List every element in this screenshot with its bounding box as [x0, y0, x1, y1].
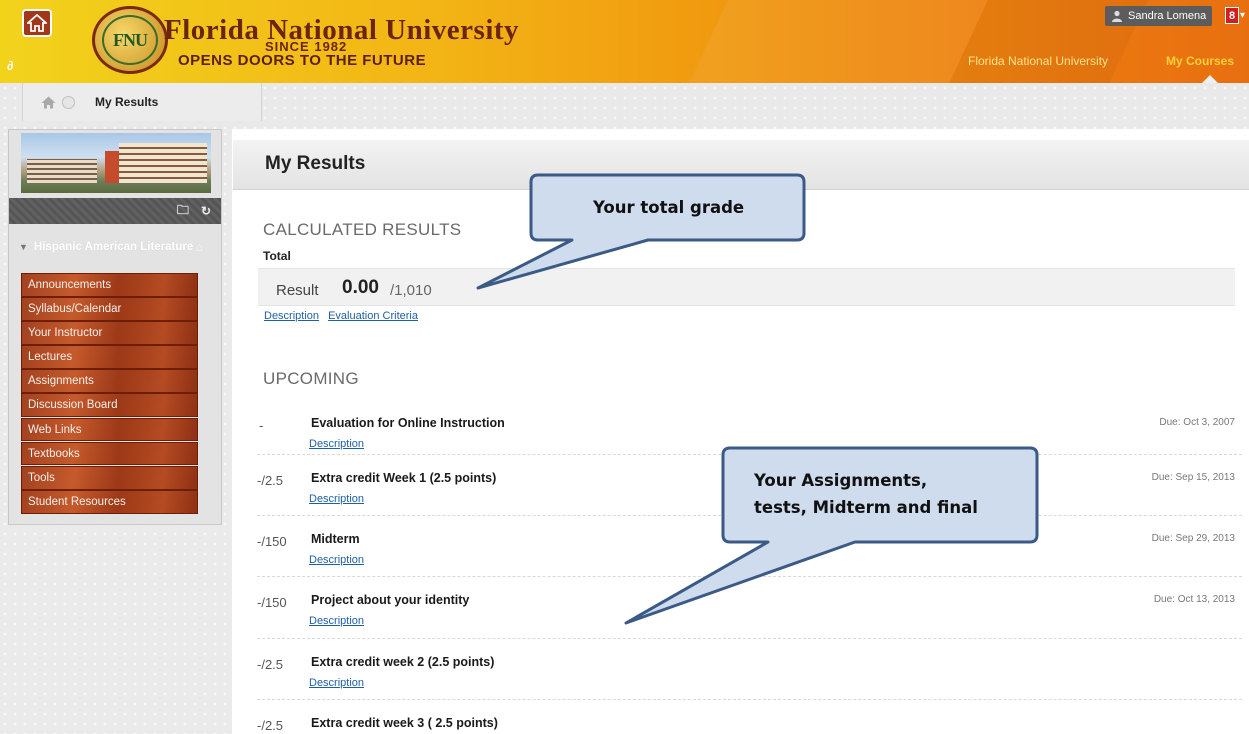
- sidebar-item-your-instructor[interactable]: Your Instructor: [21, 321, 198, 345]
- divider: [257, 699, 1242, 700]
- home-icon[interactable]: [41, 96, 56, 109]
- list-item: - Evaluation for Online Instruction Desc…: [233, 399, 1249, 460]
- assignments-callout-line1: Your Assignments,: [754, 471, 928, 490]
- page-title: My Results: [265, 153, 366, 174]
- description-link[interactable]: Description: [309, 554, 364, 566]
- breadcrumb-menu-icon[interactable]: [62, 95, 75, 109]
- home-button[interactable]: [22, 9, 52, 37]
- result-value: 0.00: [342, 277, 379, 298]
- divider: [257, 576, 1242, 577]
- link-icon[interactable]: ∂: [7, 58, 13, 73]
- list-item: -/2.5 Extra credit Week 1 (2.5 points) D…: [233, 454, 1249, 515]
- course-title[interactable]: ▼ Hispanic American Literature ⌂: [19, 240, 209, 255]
- course-sidebar: 🗀 ↻ ▼ Hispanic American Literature ⌂ Anno…: [8, 129, 222, 525]
- university-tagline: OPENS DOORS TO THE FUTURE: [178, 52, 427, 69]
- list-item: -/2.5 Extra credit week 3 ( 2.5 points): [233, 699, 1249, 734]
- result-links: Description Evaluation Criteria: [264, 310, 424, 322]
- description-link[interactable]: Description: [309, 493, 364, 505]
- list-item: -/150 Midterm Description Due: Sep 29, 2…: [233, 515, 1249, 576]
- divider: [257, 638, 1242, 639]
- divider: [257, 515, 1242, 516]
- sidebar-item-lectures[interactable]: Lectures: [21, 345, 198, 370]
- item-score: -: [259, 418, 264, 433]
- sidebar-item-web-links[interactable]: Web Links: [21, 417, 198, 442]
- item-name[interactable]: Evaluation for Online Instruction: [311, 416, 505, 430]
- item-score: -/2.5: [257, 718, 284, 733]
- sidebar-item-assignments[interactable]: Assignments: [21, 369, 198, 394]
- active-nav-indicator: [1201, 75, 1219, 83]
- list-item: -/150 Project about your identity Descri…: [233, 576, 1249, 637]
- description-link[interactable]: Description: [309, 438, 364, 450]
- sidebar-item-tools[interactable]: Tools: [21, 465, 198, 490]
- description-link[interactable]: Description: [264, 310, 319, 322]
- user-icon: [1112, 10, 1122, 22]
- item-due-date: Due: Oct 3, 2007: [1159, 417, 1235, 428]
- site-header: ∂ FNU Florida National University SINCE …: [0, 0, 1249, 83]
- breadcrumb: My Results: [0, 83, 1249, 129]
- course-menu: Announcements Syllabus/Calendar Your Ins…: [21, 273, 198, 514]
- campus-building: [119, 143, 207, 183]
- sidebar-item-announcements[interactable]: Announcements: [21, 273, 198, 297]
- item-name[interactable]: Project about your identity: [311, 593, 469, 607]
- university-logo: FNU: [92, 6, 168, 74]
- item-due-date: Due: Sep 29, 2013: [1151, 533, 1235, 544]
- item-name[interactable]: Extra credit Week 1 (2.5 points): [311, 471, 496, 485]
- calculated-results-heading: CALCULATED RESULTS: [263, 220, 462, 239]
- course-home-icon[interactable]: ⌂: [196, 240, 203, 255]
- course-menu-toolbar: 🗀 ↻: [9, 198, 221, 224]
- nav-florida-national-university[interactable]: Florida National University: [968, 54, 1108, 68]
- evaluation-criteria-link[interactable]: Evaluation Criteria: [328, 310, 418, 322]
- sidebar-item-student-resources[interactable]: Student Resources: [21, 489, 198, 514]
- description-link[interactable]: Description: [309, 677, 364, 689]
- user-name: Sandra Lomena: [1128, 10, 1207, 22]
- item-score: -/2.5: [257, 473, 284, 488]
- description-link[interactable]: Description: [309, 615, 364, 627]
- course-title-text: Hispanic American Literature: [33, 241, 194, 253]
- result-label: Result: [276, 282, 319, 299]
- notification-badge[interactable]: 8: [1225, 7, 1239, 24]
- sidebar-item-syllabus-calendar[interactable]: Syllabus/Calendar: [21, 297, 198, 321]
- sidebar-item-discussion-board[interactable]: Discussion Board: [21, 393, 198, 418]
- refresh-icon[interactable]: ↻: [201, 204, 211, 218]
- item-score: -/150: [257, 534, 287, 549]
- item-score: -/150: [257, 595, 287, 610]
- folder-icon[interactable]: 🗀: [177, 201, 189, 222]
- item-name[interactable]: Extra credit week 3 ( 2.5 points): [311, 716, 498, 730]
- item-due-date: Due: Sep 15, 2013: [1151, 472, 1235, 483]
- breadcrumb-trail: My Results: [22, 83, 262, 121]
- breadcrumb-current: My Results: [95, 95, 159, 109]
- total-result-row: Result 0.00 /1,010: [258, 268, 1235, 306]
- item-name[interactable]: Extra credit week 2 (2.5 points): [311, 655, 494, 669]
- sidebar-item-textbooks[interactable]: Textbooks: [21, 441, 198, 466]
- assignments-callout-line2: tests, Midterm and final: [754, 498, 978, 517]
- total-label: Total: [263, 249, 291, 263]
- logo-initials: FNU: [102, 15, 158, 65]
- divider: [257, 454, 1242, 455]
- total-grade-callout-text: Your total grade: [593, 198, 745, 217]
- result-max: /1,010: [390, 282, 432, 299]
- nav-my-courses[interactable]: My Courses: [1166, 54, 1234, 68]
- collapse-triangle-icon[interactable]: ▼: [19, 242, 28, 252]
- campus-building: [27, 159, 97, 183]
- campus-banner-image: [21, 133, 211, 193]
- item-score: -/2.5: [257, 657, 284, 672]
- home-icon: [27, 14, 47, 32]
- item-due-date: Due: Oct 13, 2013: [1153, 594, 1235, 605]
- chevron-down-icon[interactable]: ▾: [1240, 10, 1245, 21]
- list-item: -/2.5 Extra credit week 2 (2.5 points) D…: [233, 638, 1249, 699]
- page-title-bar: My Results: [233, 140, 1249, 190]
- item-name[interactable]: Midterm: [311, 532, 360, 546]
- upcoming-heading: UPCOMING: [263, 369, 359, 388]
- user-menu[interactable]: Sandra Lomena: [1105, 6, 1213, 26]
